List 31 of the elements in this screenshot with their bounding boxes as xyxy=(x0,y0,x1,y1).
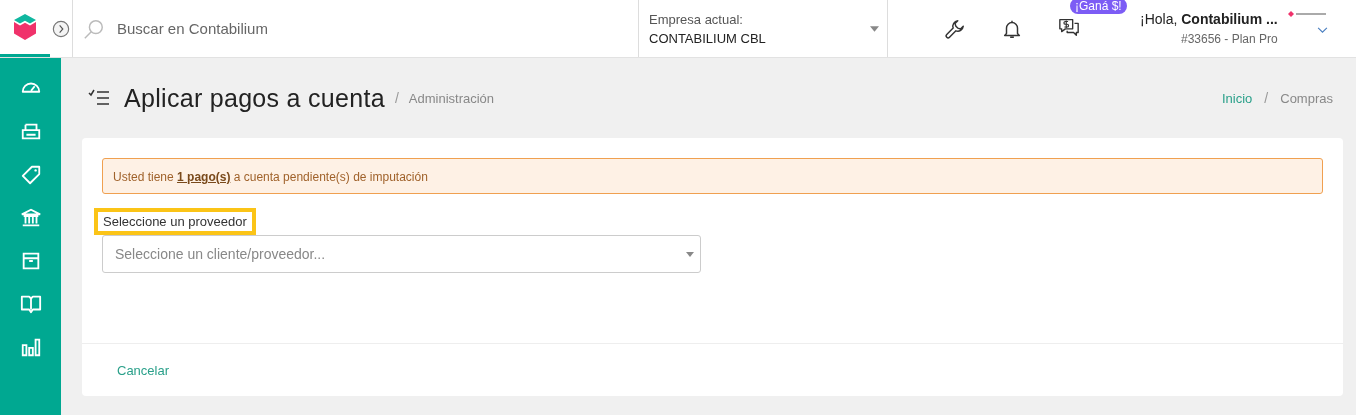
supplier-select[interactable]: Seleccione un cliente/proveedor... xyxy=(102,235,701,273)
company-logo-icon xyxy=(1287,11,1328,17)
section-label: Administración xyxy=(408,90,495,106)
account-info: #33656 - Plan Pro xyxy=(1179,32,1278,46)
expand-icon[interactable] xyxy=(52,19,70,38)
cancel-link[interactable]: Cancelar xyxy=(117,362,170,378)
alert-text: Usted tiene 1 pago(s) a cuenta pendiente(s) de imputación xyxy=(113,170,428,184)
bank-icon[interactable] xyxy=(19,207,42,229)
page-title: Aplicar pagos a cuenta xyxy=(124,83,385,113)
tag-icon[interactable] xyxy=(19,164,42,186)
user-greeting: ¡Hola, Contabilium ... xyxy=(1140,11,1278,27)
promo-badge[interactable]: ¡Ganá $! xyxy=(1070,0,1127,14)
chevron-down-icon xyxy=(1316,27,1328,34)
search-icon xyxy=(83,17,105,40)
book-icon[interactable] xyxy=(19,293,42,315)
company-name: CONTABILIUM CBL xyxy=(649,30,766,46)
logo-icon[interactable] xyxy=(13,14,37,40)
payments-link[interactable]: 1 pago(s) xyxy=(177,170,231,184)
company-selector[interactable]: Empresa actual: CONTABILIUM CBL xyxy=(638,0,888,57)
breadcrumb-current: Compras xyxy=(1280,90,1333,106)
field-label: Seleccione un proveedor xyxy=(94,208,256,235)
checklist-icon xyxy=(88,89,110,107)
caret-icon xyxy=(686,251,694,257)
wrench-icon[interactable] xyxy=(944,17,966,40)
breadcrumb-separator: / xyxy=(1264,90,1269,106)
breadcrumb-link[interactable]: Inicio xyxy=(1222,90,1253,106)
bar-chart-icon[interactable] xyxy=(19,336,42,358)
caret-icon xyxy=(870,25,879,32)
company-label: Empresa actual: xyxy=(649,11,744,27)
user-menu[interactable]: ¡Hola, Contabilium ... #33656 - Plan Pro xyxy=(1140,11,1328,46)
separator: / xyxy=(394,90,399,106)
